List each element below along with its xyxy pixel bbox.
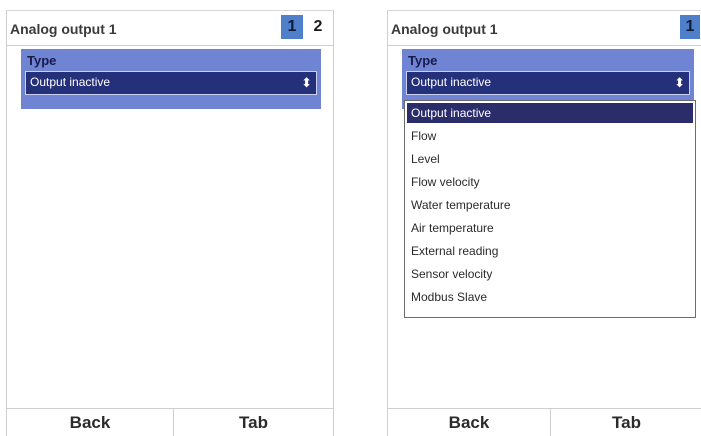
page-tab-1[interactable]: 1 — [680, 15, 700, 39]
page-title: Analog output 1 — [10, 21, 117, 37]
type-label: Type — [408, 53, 438, 68]
dropdown-option-output-inactive[interactable]: Output inactive — [407, 103, 693, 123]
type-label: Type — [27, 53, 57, 68]
analog-output-screen-open: Analog output 1 1 2 Type Output inactive… — [387, 10, 701, 436]
type-select[interactable]: Output inactive ⬍ — [25, 71, 317, 95]
up-down-arrows-icon: ⬍ — [301, 75, 312, 90]
analog-output-screen-closed: Analog output 1 1 2 Type Output inactive… — [6, 10, 334, 436]
footer-bar: Back Tab — [388, 408, 701, 436]
page-title: Analog output 1 — [391, 21, 498, 37]
tab-button[interactable]: Tab — [174, 409, 333, 436]
dropdown-option-flow-velocity[interactable]: Flow velocity — [407, 172, 693, 192]
type-select-value: Output inactive — [30, 75, 111, 89]
header-bar: Analog output 1 1 2 — [7, 11, 333, 46]
dropdown-option-external-reading[interactable]: External reading — [407, 241, 693, 261]
dropdown-option-modbus-slave[interactable]: Modbus Slave — [407, 287, 693, 307]
header-bar: Analog output 1 1 2 — [388, 11, 701, 46]
up-down-arrows-icon: ⬍ — [674, 75, 685, 90]
dropdown-option-water-temperature[interactable]: Water temperature — [407, 195, 693, 215]
page-tab-2[interactable]: 2 — [307, 15, 329, 39]
footer-bar: Back Tab — [7, 408, 333, 436]
dropdown-option-level[interactable]: Level — [407, 149, 693, 169]
tab-button[interactable]: Tab — [551, 409, 701, 436]
type-select[interactable]: Output inactive ⬍ — [406, 71, 690, 95]
back-button[interactable]: Back — [388, 409, 550, 436]
dropdown-option-sensor-velocity[interactable]: Sensor velocity — [407, 264, 693, 284]
type-field-group: Type Output inactive ⬍ — [21, 49, 321, 109]
page-tab-1[interactable]: 1 — [281, 15, 303, 39]
type-dropdown-list: Output inactive Flow Level Flow velocity… — [404, 100, 696, 318]
type-select-value: Output inactive — [411, 75, 492, 89]
dropdown-option-flow[interactable]: Flow — [407, 126, 693, 146]
dropdown-option-air-temperature[interactable]: Air temperature — [407, 218, 693, 238]
back-button[interactable]: Back — [7, 409, 173, 436]
